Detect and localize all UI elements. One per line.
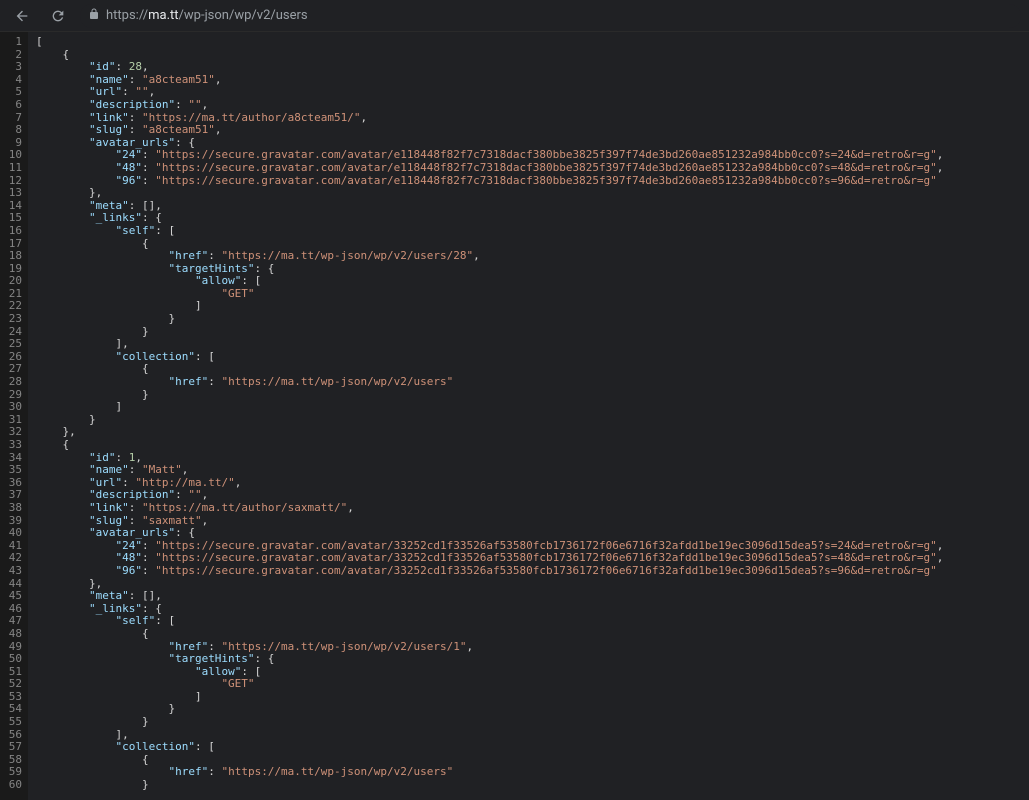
lock-icon xyxy=(88,8,100,24)
reload-button[interactable] xyxy=(44,2,72,30)
url-bar[interactable]: https://ma.tt/wp-json/wp/v2/users xyxy=(80,4,1021,28)
json-code-area[interactable]: [ { "id": 28, "name": "a8cteam51", "url"… xyxy=(28,32,951,800)
reload-icon xyxy=(50,8,66,24)
browser-toolbar: https://ma.tt/wp-json/wp/v2/users xyxy=(0,0,1029,32)
json-viewer: 1234567891011121314151617181920212223242… xyxy=(0,32,1029,800)
line-number-gutter: 1234567891011121314151617181920212223242… xyxy=(0,32,28,800)
back-button[interactable] xyxy=(8,2,36,30)
arrow-left-icon xyxy=(14,8,30,24)
url-text: https://ma.tt/wp-json/wp/v2/users xyxy=(106,8,308,23)
